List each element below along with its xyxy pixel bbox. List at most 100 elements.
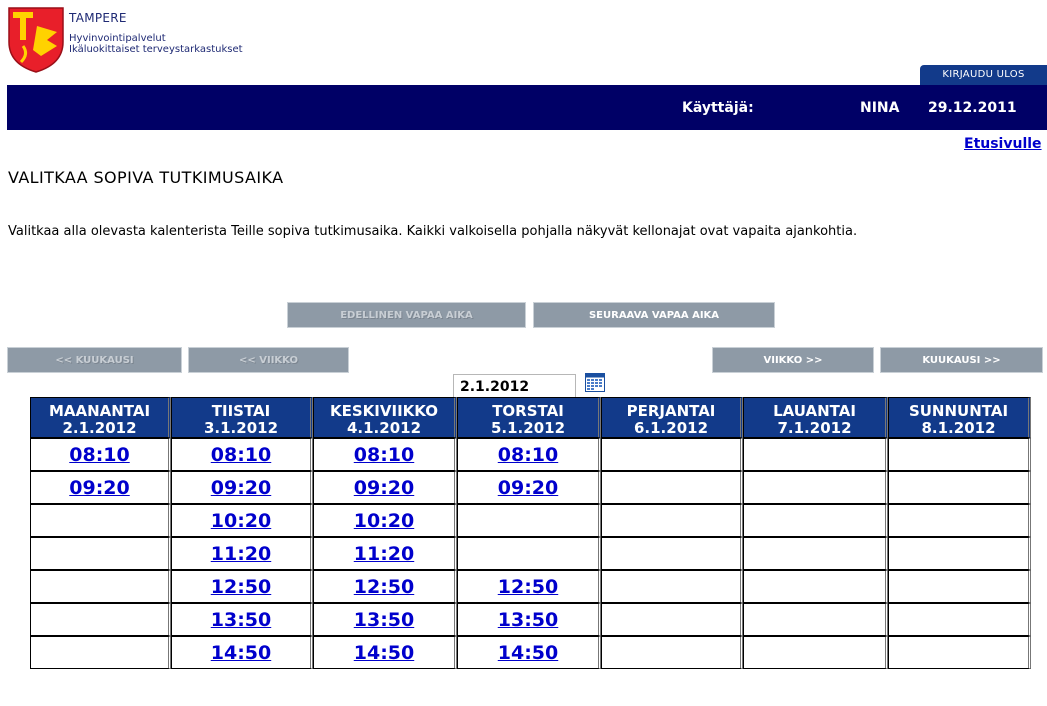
time-slot-cell (888, 537, 1031, 570)
time-slot-cell (888, 471, 1031, 504)
day-header-friday: PERJANTAI 6.1.2012 (601, 397, 743, 438)
calendar-icon[interactable] (585, 373, 605, 392)
day-date: 6.1.2012 (633, 419, 709, 437)
time-slot-link[interactable]: 13:50 (211, 609, 271, 631)
time-slot-link[interactable]: 14:50 (498, 642, 558, 664)
time-slot-cell (743, 504, 888, 537)
prev-week-button[interactable]: << VIIKKO (188, 347, 349, 373)
day-date: 7.1.2012 (777, 419, 852, 437)
time-slot-cell: 13:50 (457, 603, 601, 636)
time-slot-link[interactable]: 08:10 (211, 444, 271, 466)
time-slot-row: 13:50 13:50 13:50 (30, 603, 1031, 636)
time-slot-link[interactable]: 09:20 (498, 477, 558, 499)
time-slot-cell (457, 504, 601, 537)
time-slot-cell (743, 603, 888, 636)
time-slot-row: 14:50 14:50 14:50 (30, 636, 1031, 669)
time-slot-cell (743, 636, 888, 669)
time-slot-cell: 12:50 (171, 570, 313, 603)
time-slot-cell: 14:50 (457, 636, 601, 669)
home-link[interactable]: Etusivulle (964, 136, 1042, 152)
time-slot-row: 12:50 12:50 12:50 (30, 570, 1031, 603)
time-slot-row: 10:20 10:20 (30, 504, 1031, 537)
time-slot-cell: 08:10 (171, 438, 313, 471)
time-slot-cell (601, 570, 743, 603)
time-slot-cell (601, 471, 743, 504)
user-name: NINA (860, 100, 900, 116)
time-slot-cell (888, 570, 1031, 603)
time-slot-cell (601, 438, 743, 471)
day-header-tuesday: TIISTAI 3.1.2012 (171, 397, 313, 438)
day-header-saturday: LAUANTAI 7.1.2012 (743, 397, 888, 438)
time-slot-cell: 09:20 (313, 471, 457, 504)
day-name: MAANANTAI (48, 402, 151, 420)
time-slot-link[interactable]: 13:50 (498, 609, 558, 631)
time-slot-cell: 08:10 (457, 438, 601, 471)
time-slot-cell (30, 636, 171, 669)
time-slot-link[interactable]: 08:10 (498, 444, 558, 466)
day-name: KESKIVIIKKO (330, 402, 438, 420)
time-slot-link[interactable]: 12:50 (498, 576, 558, 598)
org-subtitle-line2: Ikäluokittaiset terveystarkastukset (69, 44, 243, 55)
calendar-body: 08:10 08:10 08:10 08:10 09:20 09:20 09:20 09:20… (30, 438, 1031, 669)
time-slot-cell (743, 570, 888, 603)
time-slot-cell: 09:20 (171, 471, 313, 504)
time-slot-cell: 10:20 (171, 504, 313, 537)
tampere-coat-of-arms-logo (8, 7, 64, 73)
time-slot-link[interactable]: 10:20 (354, 510, 414, 532)
time-slot-cell: 11:20 (171, 537, 313, 570)
prev-month-button[interactable]: << KUUKAUSI (7, 347, 182, 373)
time-slot-link[interactable]: 09:20 (211, 477, 271, 499)
day-name: TIISTAI (211, 402, 271, 420)
day-name: SUNNUNTAI (908, 402, 1009, 420)
prev-free-slot-button[interactable]: EDELLINEN VAPAA AIKA (287, 302, 526, 328)
day-header-sunday: SUNNUNTAI 8.1.2012 (888, 397, 1031, 438)
time-slot-link[interactable]: 14:50 (211, 642, 271, 664)
next-month-button[interactable]: KUUKAUSI >> (880, 347, 1043, 373)
time-slot-link[interactable]: 08:10 (354, 444, 414, 466)
time-slot-link[interactable]: 08:10 (69, 444, 129, 466)
day-date: 2.1.2012 (62, 419, 137, 437)
time-slot-cell (601, 636, 743, 669)
time-slot-cell (30, 537, 171, 570)
time-slot-cell (601, 537, 743, 570)
time-slot-cell: 12:50 (313, 570, 457, 603)
calendar-header-row: MAANANTAI 2.1.2012 TIISTAI 3.1.2012 KESKIV… (30, 397, 1031, 438)
time-slot-link[interactable]: 12:50 (354, 576, 414, 598)
time-slot-cell (888, 504, 1031, 537)
next-week-button[interactable]: VIIKKO >> (712, 347, 874, 373)
time-slot-cell: 12:50 (457, 570, 601, 603)
time-slot-link[interactable]: 09:20 (354, 477, 414, 499)
time-slot-link[interactable]: 09:20 (69, 477, 129, 499)
day-name: TORSTAI (492, 402, 564, 420)
user-bar: Käyttäjä: NINA 29.12.2011 (7, 85, 1047, 130)
day-name: PERJANTAI (626, 402, 716, 420)
day-header-wednesday: KESKIVIIKKO 4.1.2012 (313, 397, 457, 438)
time-slot-cell (743, 537, 888, 570)
current-date: 29.12.2011 (928, 100, 1017, 116)
time-slot-cell: 13:50 (313, 603, 457, 636)
time-slot-link[interactable]: 10:20 (211, 510, 271, 532)
time-slot-link[interactable]: 14:50 (354, 642, 414, 664)
time-slot-cell: 14:50 (171, 636, 313, 669)
day-date: 3.1.2012 (203, 419, 279, 437)
time-slot-cell: 11:20 (313, 537, 457, 570)
day-header-monday: MAANANTAI 2.1.2012 (30, 397, 171, 438)
time-slot-row: 08:10 08:10 08:10 08:10 (30, 438, 1031, 471)
time-slot-cell (888, 636, 1031, 669)
time-slot-cell: 10:20 (313, 504, 457, 537)
time-slot-cell: 08:10 (30, 438, 171, 471)
time-slot-cell: 09:20 (30, 471, 171, 504)
calendar-table: MAANANTAI 2.1.2012 TIISTAI 3.1.2012 KESKIV… (30, 397, 1031, 669)
time-slot-cell: 14:50 (313, 636, 457, 669)
time-slot-link[interactable]: 12:50 (211, 576, 271, 598)
time-slot-link[interactable]: 11:20 (211, 543, 271, 565)
time-slot-link[interactable]: 11:20 (354, 543, 414, 565)
next-free-slot-button[interactable]: SEURAAVA VAPAA AIKA (533, 302, 775, 328)
time-slot-cell (30, 570, 171, 603)
time-slot-link[interactable]: 13:50 (354, 609, 414, 631)
time-slot-row: 11:20 11:20 (30, 537, 1031, 570)
time-slot-cell (30, 603, 171, 636)
time-slot-cell (743, 438, 888, 471)
org-subtitle: Hyvinvointipalvelut Ikäluokittaiset terv… (69, 33, 243, 55)
logout-button[interactable]: KIRJAUDU ULOS (920, 65, 1047, 85)
